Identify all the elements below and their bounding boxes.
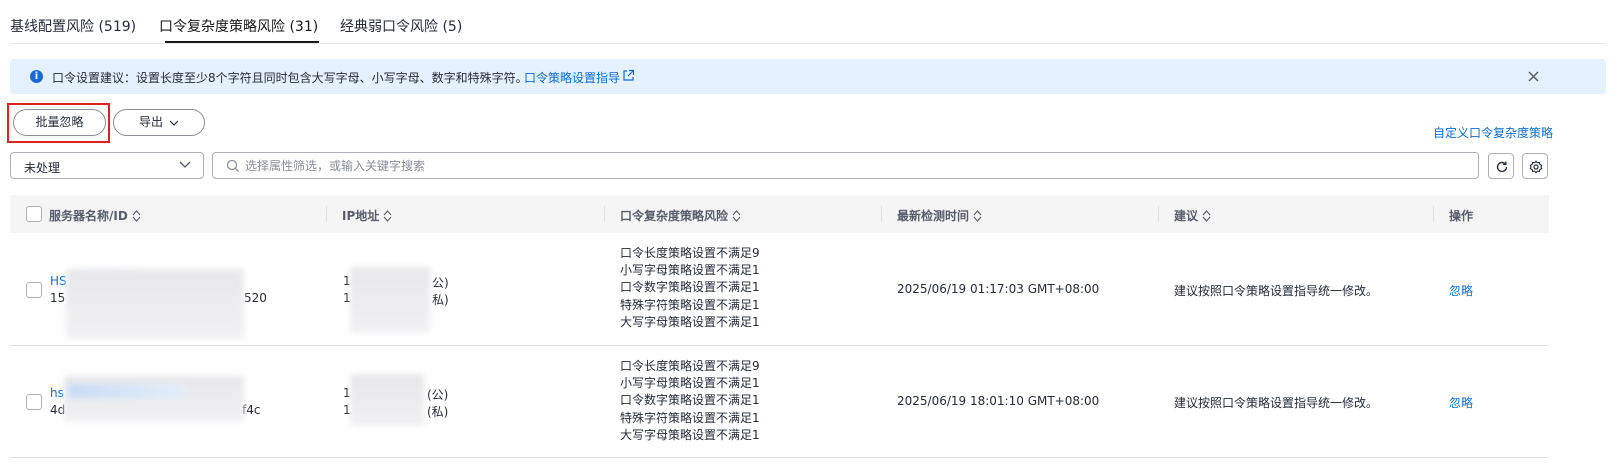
column-divider: [326, 206, 327, 222]
sort-icon: [1202, 210, 1211, 222]
custom-password-policy-link[interactable]: 自定义口令复杂度策略: [1433, 124, 1553, 141]
active-tab-indicator: [165, 41, 319, 43]
password-advice-alert: i 口令设置建议：设置长度至少8个字符且同时包含大写字母、小写字母、数字和特殊字…: [10, 59, 1606, 94]
column-header-action: 操作: [1449, 209, 1474, 223]
tab-weak-password-risk[interactable]: 经典弱口令风险 (5): [340, 16, 462, 36]
refresh-icon: [1496, 161, 1508, 173]
tab-password-complexity-risk[interactable]: 口令复杂度策略风险 (31): [159, 16, 318, 36]
risk-item: 特殊字符策略设置不满足1: [620, 410, 760, 425]
external-link-icon[interactable]: [622, 69, 635, 82]
table-header: 服务器名称/ID IP地址 口令复杂度策略风险 最新检测时间 建议 操作: [10, 195, 1549, 233]
column-header-risk[interactable]: 口令复杂度策略风险: [620, 207, 741, 224]
status-select[interactable]: 未处理: [10, 152, 204, 179]
column-header-label: 服务器名称/ID: [49, 209, 128, 223]
column-header-label: 口令复杂度策略风险: [620, 209, 729, 223]
risk-list: 口令长度策略设置不满足9 小写字母策略设置不满足1 口令数字策略设置不满足1 特…: [620, 358, 760, 444]
tab-baseline-risk[interactable]: 基线配置风险 (519): [10, 16, 136, 36]
redacted-region: [350, 374, 424, 426]
detection-time: 2025/06/19 18:01:10 GMT+08:00: [897, 394, 1100, 408]
risk-tabs: 基线配置风险 (519) 口令复杂度策略风险 (31) 经典弱口令风险 (5): [10, 0, 1606, 44]
search-icon: [226, 159, 239, 172]
alert-text: 口令设置建议：设置长度至少8个字符且同时包含大写字母、小写字母、数字和特殊字符。: [52, 71, 528, 85]
risk-item: 特殊字符策略设置不满足1: [620, 297, 760, 312]
detection-time: 2025/06/19 01:17:03 GMT+08:00: [897, 282, 1100, 296]
export-label: 导出: [138, 115, 163, 129]
suggestion-text: 建议按照口令策略设置指导统一修改。: [1174, 284, 1379, 298]
refresh-button[interactable]: [1488, 153, 1514, 179]
suggestion-text: 建议按照口令策略设置指导统一修改。: [1174, 396, 1379, 410]
table-row: hs 4d f4c 1 (公) 1 (私) 口令长度策略设置不满足9 小写字母策…: [10, 346, 1549, 458]
column-divider: [1158, 206, 1159, 222]
sort-icon: [383, 210, 392, 222]
settings-button[interactable]: [1522, 153, 1548, 179]
ignore-action-link[interactable]: 忽略: [1449, 394, 1473, 411]
risk-list: 口令长度策略设置不满足9 小写字母策略设置不满足1 口令数字策略设置不满足1 特…: [620, 245, 760, 331]
private-ip-tag: (私): [427, 405, 449, 419]
column-divider: [604, 206, 605, 222]
search-box: [212, 152, 1479, 179]
private-ip-tag: 私): [432, 293, 449, 307]
column-header-server[interactable]: 服务器名称/ID: [49, 207, 141, 224]
public-ip-tag: (公): [427, 388, 449, 402]
batch-ignore-button[interactable]: 批量忽略: [13, 109, 106, 136]
export-button[interactable]: 导出: [113, 109, 205, 136]
table-row: HS 15 520 1 公) 1 私) 口令长度策略设置不满足9 小写字母策略设…: [10, 233, 1549, 346]
server-id-suffix: f4c: [242, 403, 261, 417]
close-icon[interactable]: [1526, 69, 1541, 84]
server-id-suffix: 520: [244, 291, 267, 305]
row-checkbox[interactable]: [26, 282, 42, 298]
server-id: 15: [50, 291, 66, 305]
risk-item: 口令数字策略设置不满足1: [620, 280, 760, 295]
status-select-value: 未处理: [24, 161, 61, 175]
sort-icon: [132, 210, 141, 222]
column-divider: [1433, 206, 1434, 222]
ignore-action-link[interactable]: 忽略: [1449, 282, 1473, 299]
public-ip-tag: 公): [432, 276, 449, 290]
server-name-link[interactable]: HS: [50, 274, 67, 288]
column-header-label: 建议: [1174, 209, 1199, 223]
sort-icon: [973, 210, 982, 222]
column-header-label: IP地址: [342, 209, 380, 223]
column-header-label: 最新检测时间: [897, 209, 970, 223]
row-checkbox[interactable]: [26, 394, 42, 410]
risk-item: 口令长度策略设置不满足9: [620, 246, 760, 260]
password-policy-guide-link[interactable]: 口令策略设置指导: [524, 69, 620, 86]
risk-item: 小写字母策略设置不满足1: [620, 376, 760, 391]
risk-item: 大写字母策略设置不满足1: [620, 427, 760, 442]
info-icon: i: [30, 70, 43, 83]
redacted-region: [350, 267, 430, 333]
column-header-time[interactable]: 最新检测时间: [897, 207, 982, 224]
select-all-checkbox[interactable]: [26, 206, 42, 222]
redacted-region: [68, 384, 186, 398]
column-header-ip[interactable]: IP地址: [342, 207, 392, 224]
column-header-suggestion[interactable]: 建议: [1174, 207, 1211, 224]
redacted-region: [66, 269, 244, 339]
search-input[interactable]: [245, 157, 1445, 175]
risk-item: 小写字母策略设置不满足1: [620, 263, 760, 278]
redacted-region: [64, 376, 244, 422]
sort-icon: [732, 210, 741, 222]
gear-icon: [1529, 160, 1543, 174]
risk-item: 大写字母策略设置不满足1: [620, 314, 760, 329]
risk-item: 口令数字策略设置不满足1: [620, 393, 760, 408]
server-id: 4d: [50, 403, 66, 417]
chevron-down-icon: [179, 161, 191, 168]
chevron-down-icon: [169, 120, 179, 126]
column-divider: [881, 206, 882, 222]
risk-item: 口令长度策略设置不满足9: [620, 359, 760, 373]
server-name-link[interactable]: hs: [50, 386, 64, 400]
